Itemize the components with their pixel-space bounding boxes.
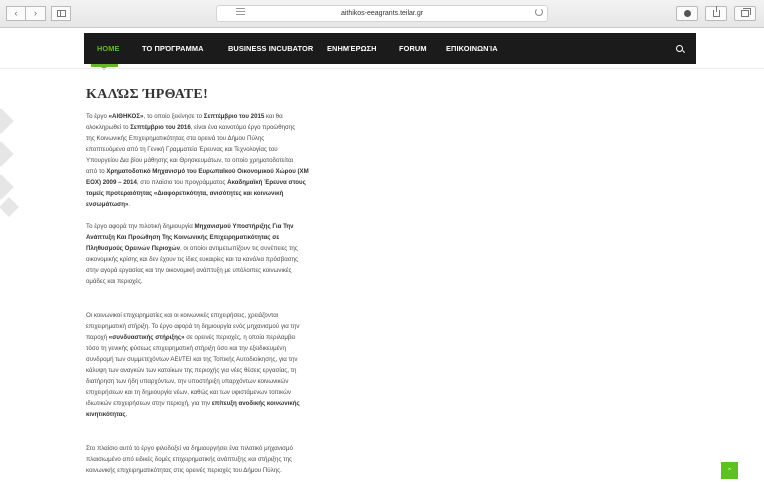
text-line: κινητικότητας.: [86, 410, 128, 418]
nav-business-incubator[interactable]: BUSINESS INCUBATOR: [228, 33, 313, 64]
paragraph-support: Οι κοινωνικοί επιχειρηματίες και οι κοιν…: [86, 311, 454, 421]
toolbar-right: [676, 6, 756, 21]
text-line: τομείς προτεραιότητας «Διαφορετικότητα, …: [86, 189, 284, 197]
sidebar-button[interactable]: [51, 6, 71, 21]
text-line: ολοκληρωθεί το Σεπτέμβριο του 2016, είνα…: [86, 123, 296, 131]
text-line: Υπουργείου Δια βίου μάθησης και Θρησκευμ…: [86, 156, 294, 164]
decor-diamond: [0, 108, 14, 134]
header-divider: [0, 68, 764, 69]
paragraph-pilot: Στο πλαίσιο αυτό το έργο φιλοδοξεί να δη…: [86, 444, 454, 477]
page-title: ΚΑΛΏΣ ΉΡΘΑΤΕ!: [86, 87, 209, 102]
sidebar-icon: [56, 10, 66, 17]
text-line: οικονομικής κρίσης και δεν έχουν τις ίδι…: [86, 255, 298, 263]
active-indicator: [91, 64, 118, 70]
text-line: στην αγορά εργασίας και την οικονομική α…: [86, 266, 292, 274]
text-line: Πληθυσμούς Ορεινών Περιοχών, οι οποίοι α…: [86, 244, 298, 252]
text-line: παροχή «συνδυαστικής στήριξης» σε ορεινέ…: [86, 333, 296, 341]
text-line: τόσο τη γενικής φύσεως επιχειρηματική στ…: [86, 344, 286, 352]
tabs-icon: [741, 8, 751, 17]
tabs-button[interactable]: [734, 6, 756, 21]
decor-diamond: [0, 174, 14, 200]
address-bar[interactable]: aithikos-eeagrants.teilar.gr: [216, 5, 548, 22]
text-line: πλαισιωμένο από ειδικές δομές επιχειρημα…: [86, 455, 292, 463]
text-line: ενσωμάτωση».: [86, 200, 131, 208]
text-line: Ανάπτυξη Και Προώθηση Της Κοινωνικής Επι…: [86, 233, 280, 241]
text-line: κάλυψη των αναγκών των κατοίκων της περι…: [86, 366, 297, 374]
reload-icon[interactable]: [535, 8, 543, 16]
chevron-up-icon: ⌃: [726, 467, 733, 475]
paragraph-intro: Το έργο «ΑΙΘΗΚΟΣ», το οποίο ξεκίνησε το …: [86, 112, 454, 211]
paragraph-mechanism: Το έργο αφορά την πιλοτική δημιουργία Μη…: [86, 222, 454, 288]
reader-icon[interactable]: [236, 8, 245, 15]
decor-diamond: [0, 141, 14, 167]
history-buttons: ‹ ›: [6, 6, 71, 21]
text-line: ομάδες και περιοχές.: [86, 277, 143, 285]
text-line: από το Χρηματοδοτικό Μηχανισμό του Ευρωπ…: [86, 167, 309, 175]
url-text: aithikos-eeagrants.teilar.gr: [340, 10, 424, 17]
text-line: εποπτευόμενο από τη Γενική Γραμματεία Έρ…: [86, 145, 278, 153]
share-icon: [712, 6, 720, 17]
text-line: συνδρομή των συμμετεχόντων ΑΕΙ/ΤΕΙ και τ…: [86, 355, 298, 363]
nav-contact[interactable]: ΕΠΙΚΟΙΝΩΝΊΑ: [446, 33, 498, 64]
text-line: της Κοινωνικής Επιχειρηματικότητας στα ο…: [86, 134, 265, 142]
text-line: Το έργο αφορά την πιλοτική δημιουργία Μη…: [86, 223, 294, 230]
text-line: ιδιωτικών επιχειρήσεων στην περιοχή, για…: [86, 399, 300, 407]
text-line: διατήρηση των ήδη υπαρχόντων, την υποστή…: [86, 377, 289, 385]
nav-forum[interactable]: FORUM: [399, 33, 427, 64]
nav-program[interactable]: ΤΟ ΠΡΌΓΡΑΜΜΑ: [142, 33, 204, 64]
nav-news[interactable]: ΕΝΗΜΈΡΩΣΗ: [327, 33, 377, 64]
decor-diamond: [0, 197, 19, 217]
text-line: Στο πλαίσιο αυτό το έργο φιλοδοξεί να δη…: [86, 445, 293, 452]
text-line: Οι κοινωνικοί επιχειρηματίες και οι κοιν…: [86, 312, 279, 319]
download-icon: [683, 10, 691, 17]
text-line: κοινωνικής επιχειρηματικότητας στις ορει…: [86, 466, 282, 474]
main-navigation: HOME ΤΟ ΠΡΌΓΡΑΜΜΑ BUSINESS INCUBATOR ΕΝΗ…: [84, 33, 696, 64]
scroll-to-top-button[interactable]: ⌃: [721, 462, 738, 479]
text-line: ΕΟΧ) 2009 – 2014, στο πλαίσιο του προγρά…: [86, 178, 306, 186]
nav-home[interactable]: HOME: [97, 33, 120, 64]
forward-button[interactable]: ›: [26, 6, 46, 21]
back-icon: ‹: [14, 8, 18, 18]
share-button[interactable]: [705, 6, 727, 21]
browser-toolbar: ‹ › aithikos-eeagrants.teilar.gr: [0, 0, 764, 28]
text-line: επιχειρήσεων και τη δημιουργία νέων, καθ…: [86, 388, 291, 396]
forward-icon: ›: [34, 8, 37, 18]
text-line: επιχειρηματική στήριξη. Το έργο αφορά τη…: [86, 322, 300, 330]
text-line: Το έργο «ΑΙΘΗΚΟΣ», το οποίο ξεκίνησε το …: [86, 113, 283, 120]
download-button[interactable]: [676, 6, 698, 21]
back-button[interactable]: ‹: [6, 6, 26, 21]
search-icon[interactable]: [676, 45, 683, 52]
